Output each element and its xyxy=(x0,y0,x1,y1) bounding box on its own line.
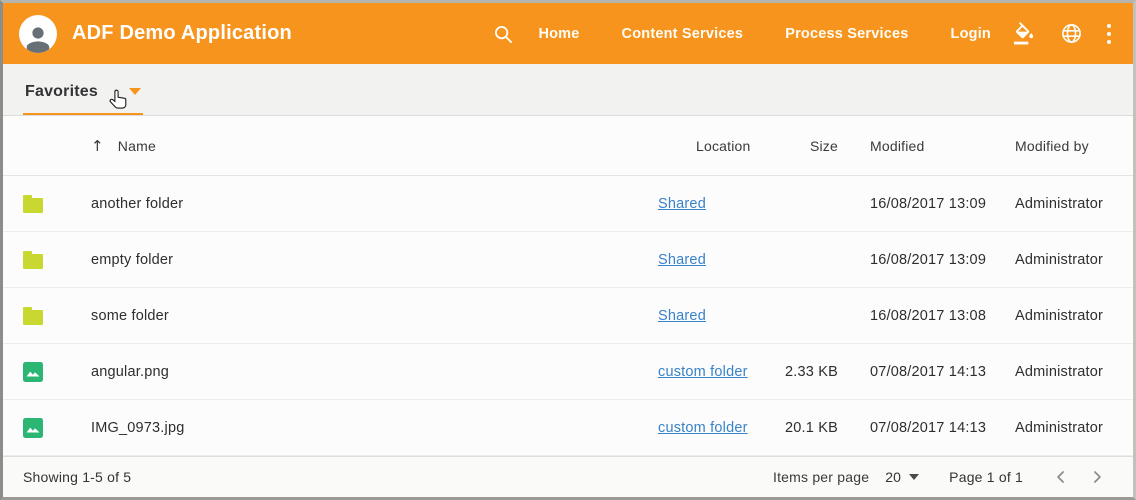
table-row[interactable]: angular.png custom folder 2.33 KB 07/08/… xyxy=(3,344,1133,400)
table-row[interactable]: some folder Shared 16/08/2017 13:08 Admi… xyxy=(3,288,1133,344)
file-name[interactable]: another folder xyxy=(91,196,658,212)
person-icon xyxy=(23,23,53,53)
app-title: ADF Demo Application xyxy=(72,22,292,45)
modified-date: 07/08/2017 14:13 xyxy=(870,364,1000,380)
location-link[interactable]: custom folder xyxy=(658,364,748,380)
name-header-label: Name xyxy=(118,138,156,154)
folder-icon xyxy=(23,198,43,213)
modified-date: 16/08/2017 13:08 xyxy=(870,308,1000,324)
pager xyxy=(1039,463,1111,491)
modified-by: Administrator xyxy=(1015,252,1133,268)
search-icon xyxy=(492,23,514,45)
chevron-left-icon xyxy=(1051,467,1071,487)
modified-column-header[interactable]: Modified xyxy=(870,138,1000,154)
modified-date: 16/08/2017 13:09 xyxy=(870,196,1000,212)
table-row[interactable]: another folder Shared 16/08/2017 13:09 A… xyxy=(3,176,1133,232)
main-nav: Home Content Services Process Services L… xyxy=(538,16,991,52)
modified-by-column-header[interactable]: Modified by xyxy=(1015,138,1133,154)
modified-by: Administrator xyxy=(1015,196,1133,212)
paint-bucket-icon xyxy=(1013,22,1036,45)
more-menu-button[interactable] xyxy=(1103,18,1115,50)
location-link[interactable]: Shared xyxy=(658,196,706,212)
app-header: ADF Demo Application Home Content Servic… xyxy=(3,3,1133,64)
globe-icon xyxy=(1060,22,1083,45)
theme-picker-button[interactable] xyxy=(1009,18,1040,49)
location-link[interactable]: Shared xyxy=(658,308,706,324)
location-column-header[interactable]: Location xyxy=(658,138,763,154)
caret-down-icon xyxy=(909,474,919,480)
file-name[interactable]: empty folder xyxy=(91,252,658,268)
app-window: ADF Demo Application Home Content Servic… xyxy=(0,0,1136,500)
language-button[interactable] xyxy=(1056,18,1087,49)
caret-down-icon xyxy=(129,88,141,95)
favorites-tab-dropdown[interactable]: Favorites xyxy=(23,83,143,115)
folder-icon xyxy=(23,310,43,325)
previous-page-button[interactable] xyxy=(1047,463,1075,491)
modified-by: Administrator xyxy=(1015,308,1133,324)
view-toolbar: Favorites xyxy=(3,64,1133,116)
file-name[interactable]: some folder xyxy=(91,308,658,324)
file-name[interactable]: angular.png xyxy=(91,364,658,380)
nav-home[interactable]: Home xyxy=(538,16,579,52)
showing-status: Showing 1-5 of 5 xyxy=(23,469,131,485)
page-status: Page 1 of 1 xyxy=(949,469,1023,485)
more-vert-icon xyxy=(1107,22,1111,46)
location-link[interactable]: Shared xyxy=(658,252,706,268)
items-per-page-value: 20 xyxy=(885,469,901,485)
image-file-icon xyxy=(23,418,43,438)
table-row[interactable]: IMG_0973.jpg custom folder 20.1 KB 07/08… xyxy=(3,400,1133,456)
image-file-icon xyxy=(23,362,43,382)
favorites-tab-label: Favorites xyxy=(25,83,98,101)
table-row[interactable]: empty folder Shared 16/08/2017 13:09 Adm… xyxy=(3,232,1133,288)
avatar[interactable] xyxy=(19,15,57,53)
next-page-button[interactable] xyxy=(1083,463,1111,491)
modified-by: Administrator xyxy=(1015,364,1133,380)
nav-process-services[interactable]: Process Services xyxy=(785,16,908,52)
table-header-row: ↑ Name Location Size Modified Modified b… xyxy=(3,116,1133,176)
name-column-header[interactable]: ↑ Name xyxy=(91,137,658,155)
chevron-right-icon xyxy=(1087,467,1107,487)
items-per-page-label: Items per page xyxy=(773,469,869,485)
document-list: ↑ Name Location Size Modified Modified b… xyxy=(3,116,1133,456)
arrow-up-icon: ↑ xyxy=(91,137,104,155)
modified-by: Administrator xyxy=(1015,420,1133,436)
nav-login[interactable]: Login xyxy=(951,16,991,52)
file-name[interactable]: IMG_0973.jpg xyxy=(91,420,658,436)
nav-content-services[interactable]: Content Services xyxy=(622,16,744,52)
search-button[interactable] xyxy=(488,19,518,49)
file-size: 20.1 KB xyxy=(763,420,838,436)
modified-date: 07/08/2017 14:13 xyxy=(870,420,1000,436)
location-link[interactable]: custom folder xyxy=(658,420,748,436)
modified-date: 16/08/2017 13:09 xyxy=(870,252,1000,268)
header-icon-group xyxy=(993,18,1115,50)
file-size: 2.33 KB xyxy=(763,364,838,380)
size-column-header[interactable]: Size xyxy=(763,138,838,154)
pagination-bar: Showing 1-5 of 5 Items per page 20 Page … xyxy=(3,456,1133,497)
folder-icon xyxy=(23,254,43,269)
items-per-page-select[interactable]: 20 xyxy=(885,469,919,485)
